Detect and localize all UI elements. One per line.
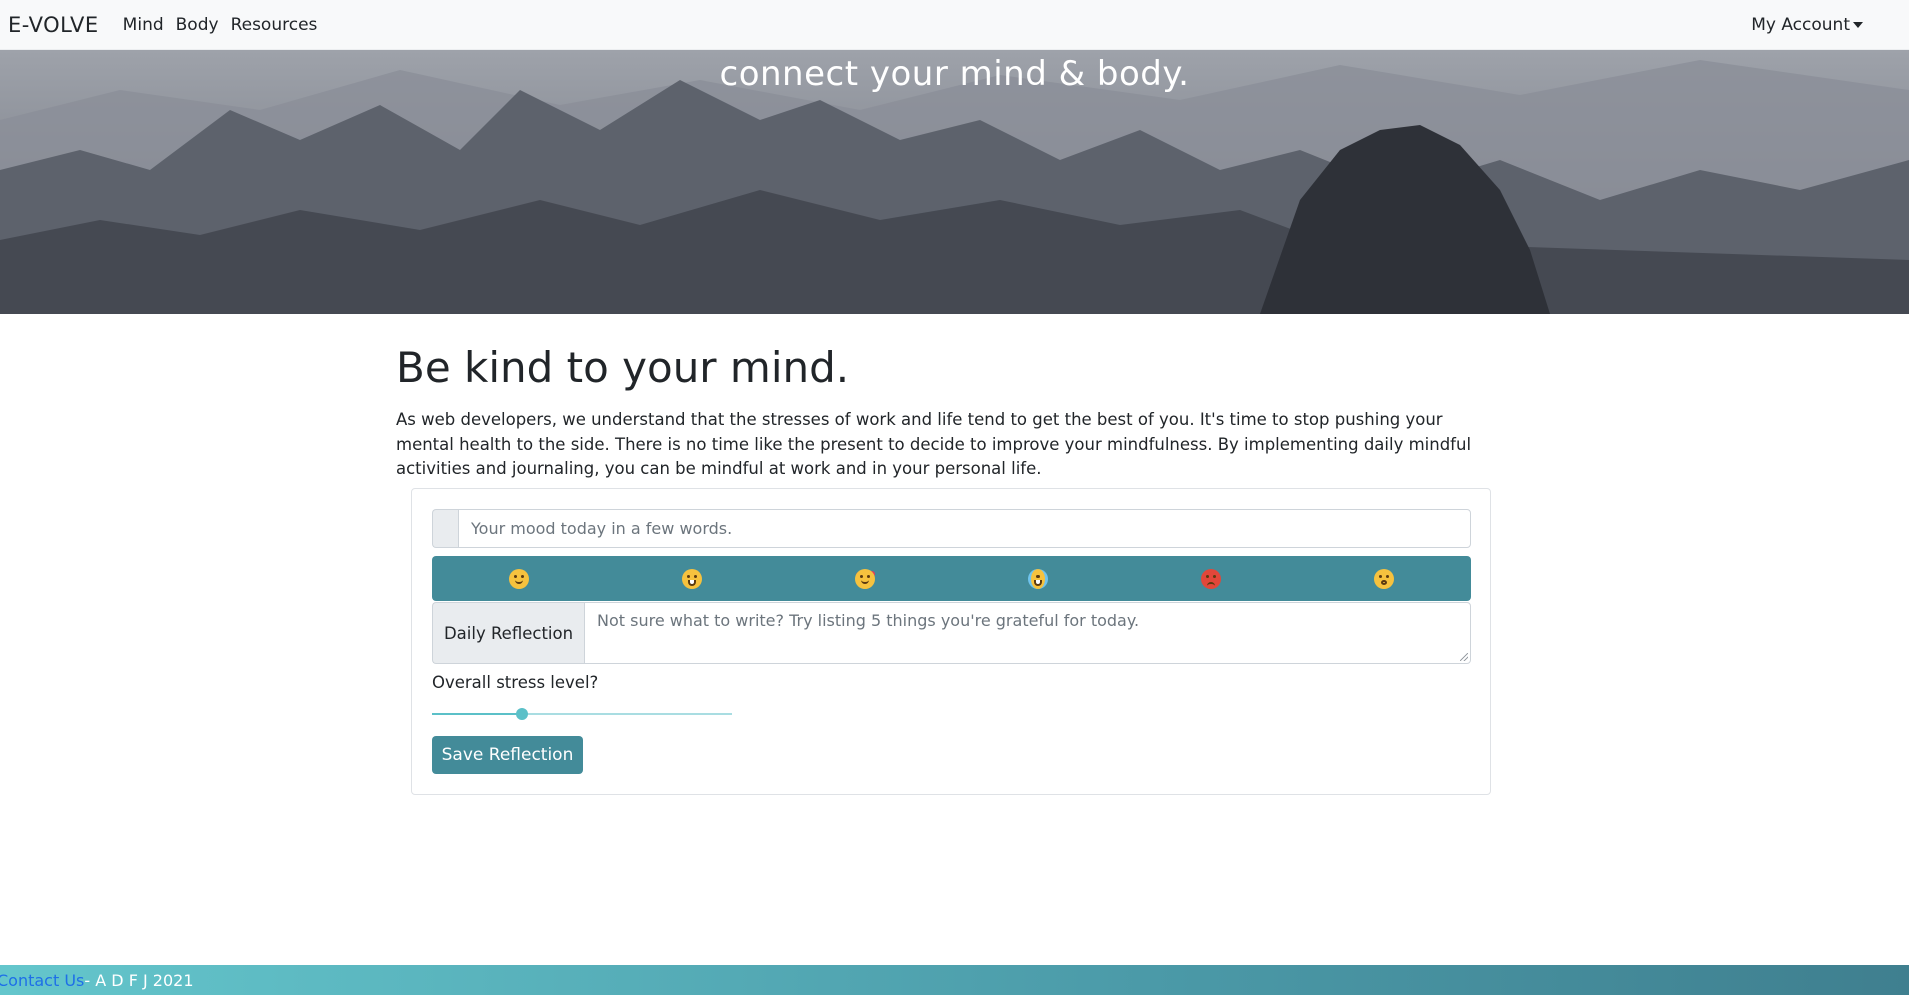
stress-level-label: Overall stress level? <box>432 673 599 692</box>
contact-us-link[interactable]: Contact Us <box>0 971 84 990</box>
nav-link-resources[interactable]: Resources <box>231 15 318 35</box>
mood-option-grinning[interactable] <box>605 556 778 601</box>
footer-credit: - A D F J 2021 <box>84 970 194 990</box>
mood-option-loved[interactable] <box>778 556 951 601</box>
top-navbar: E-VOLVE Mind Body Resources My Account <box>0 0 1909 50</box>
hero-tagline: connect your mind & body. <box>719 54 1190 94</box>
caret-down-icon <box>1853 21 1863 28</box>
reflection-label: Daily Reflection <box>432 602 584 664</box>
intro-paragraph: As web developers, we understand that th… <box>396 410 1472 478</box>
mood-input-addon <box>432 509 458 548</box>
resize-handle-icon[interactable] <box>1460 653 1468 661</box>
crying-laughing-face-icon <box>1028 568 1049 589</box>
mood-option-angry[interactable] <box>1125 556 1298 601</box>
reflection-input-group: Daily Reflection Not sure what to write?… <box>432 602 1471 664</box>
sleepy-face-icon <box>1374 568 1395 589</box>
save-reflection-button[interactable]: Save Reflection <box>432 736 583 774</box>
reflection-form: Your mood today in a few words. Daily Re… <box>411 488 1491 795</box>
account-dropdown[interactable]: My Account <box>1751 15 1863 35</box>
stress-level-slider[interactable] <box>432 707 732 721</box>
page-footer: Contact Us - A D F J 2021 <box>0 965 1909 995</box>
mood-input-group: Your mood today in a few words. <box>432 509 1471 548</box>
smiling-face-with-hearts-icon <box>854 568 875 589</box>
slider-thumb[interactable] <box>516 708 528 720</box>
mood-input[interactable]: Your mood today in a few words. <box>458 509 1471 548</box>
main-content: Be kind to your mind. As web developers,… <box>396 338 1498 482</box>
mood-placeholder: Your mood today in a few words. <box>471 519 733 538</box>
mood-option-relieved[interactable] <box>432 556 605 601</box>
page-title: Be kind to your mind. <box>396 343 850 392</box>
angry-face-icon <box>1201 568 1222 589</box>
reflection-placeholder: Not sure what to write? Try listing 5 th… <box>597 611 1140 630</box>
relieved-face-icon <box>508 568 529 589</box>
reflection-textarea[interactable]: Not sure what to write? Try listing 5 th… <box>584 602 1471 664</box>
nav-link-mind[interactable]: Mind <box>123 15 164 35</box>
brand-logo[interactable]: E-VOLVE <box>8 13 99 37</box>
mood-option-crying-laughing[interactable] <box>952 556 1125 601</box>
hero-banner: connect your mind & body. <box>0 50 1909 314</box>
account-label: My Account <box>1751 14 1850 35</box>
nav-link-body[interactable]: Body <box>176 15 219 35</box>
mood-option-sleepy[interactable] <box>1298 556 1471 601</box>
grinning-face-icon <box>681 568 702 589</box>
mood-emoji-bar <box>432 556 1471 601</box>
slider-fill <box>432 713 522 715</box>
